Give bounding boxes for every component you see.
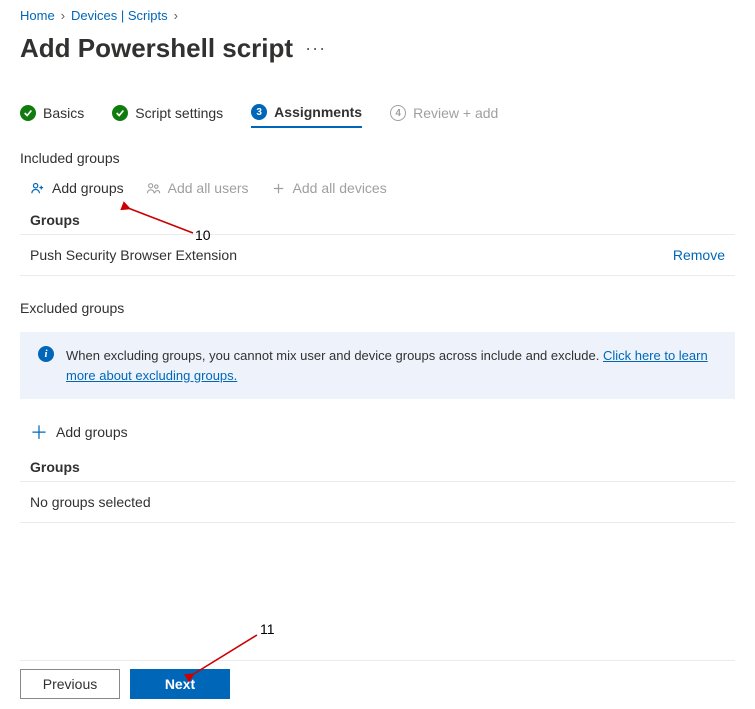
excluded-groups-heading: Excluded groups (20, 300, 735, 316)
previous-button[interactable]: Previous (20, 669, 120, 699)
chevron-right-icon: › (174, 8, 178, 23)
step-number-icon: 3 (251, 104, 267, 120)
info-banner: i When excluding groups, you cannot mix … (20, 332, 735, 399)
check-icon (112, 105, 128, 121)
page-title: Add Powershell script (20, 33, 293, 64)
included-groups-heading: Included groups (20, 150, 735, 166)
breadcrumb: Home › Devices | Scripts › (20, 8, 735, 23)
tab-label: Basics (43, 105, 84, 121)
info-icon: i (38, 346, 54, 362)
next-button[interactable]: Next (130, 669, 230, 699)
tab-assignments[interactable]: 3 Assignments (251, 104, 362, 128)
table-row: Push Security Browser Extension Remove (20, 234, 735, 276)
add-groups-label: Add groups (52, 180, 124, 196)
info-text: When excluding groups, you cannot mix us… (66, 346, 717, 385)
add-groups-label: Add groups (56, 424, 128, 440)
step-number-icon: 4 (390, 105, 406, 121)
add-groups-button[interactable]: Add groups (30, 180, 124, 196)
breadcrumb-home[interactable]: Home (20, 8, 55, 23)
annotation-label-11: 11 (260, 621, 275, 637)
breadcrumb-devices-scripts[interactable]: Devices | Scripts (71, 8, 168, 23)
tab-basics[interactable]: Basics (20, 105, 84, 127)
groups-column-header: Groups (20, 212, 735, 234)
check-icon (20, 105, 36, 121)
add-excluded-groups-button[interactable]: ＋ Add groups (20, 419, 735, 459)
more-actions-button[interactable]: ··· (305, 38, 326, 59)
included-groups-section: Included groups Add groups A (20, 150, 735, 276)
empty-state: No groups selected (20, 481, 735, 523)
add-all-users-button[interactable]: Add all users (146, 180, 249, 196)
group-name: Push Security Browser Extension (30, 247, 237, 263)
people-icon (146, 181, 161, 196)
person-add-icon (30, 181, 45, 196)
groups-column-header: Groups (20, 459, 735, 481)
tab-label: Review + add (413, 105, 498, 121)
chevron-right-icon: › (61, 8, 65, 23)
wizard-footer: Previous Next (20, 660, 735, 699)
tab-label: Script settings (135, 105, 223, 121)
plus-icon: ＋ (30, 419, 48, 445)
plus-icon (271, 181, 286, 196)
add-all-devices-button[interactable]: Add all devices (271, 180, 387, 196)
wizard-tabs: Basics Script settings 3 Assignments 4 R… (20, 104, 735, 128)
tab-review-add: 4 Review + add (390, 105, 498, 127)
tab-script-settings[interactable]: Script settings (112, 105, 223, 127)
remove-group-link[interactable]: Remove (673, 247, 725, 263)
tab-label: Assignments (274, 104, 362, 120)
excluded-groups-section: Excluded groups i When excluding groups,… (20, 300, 735, 523)
add-all-devices-label: Add all devices (293, 180, 387, 196)
add-all-users-label: Add all users (168, 180, 249, 196)
